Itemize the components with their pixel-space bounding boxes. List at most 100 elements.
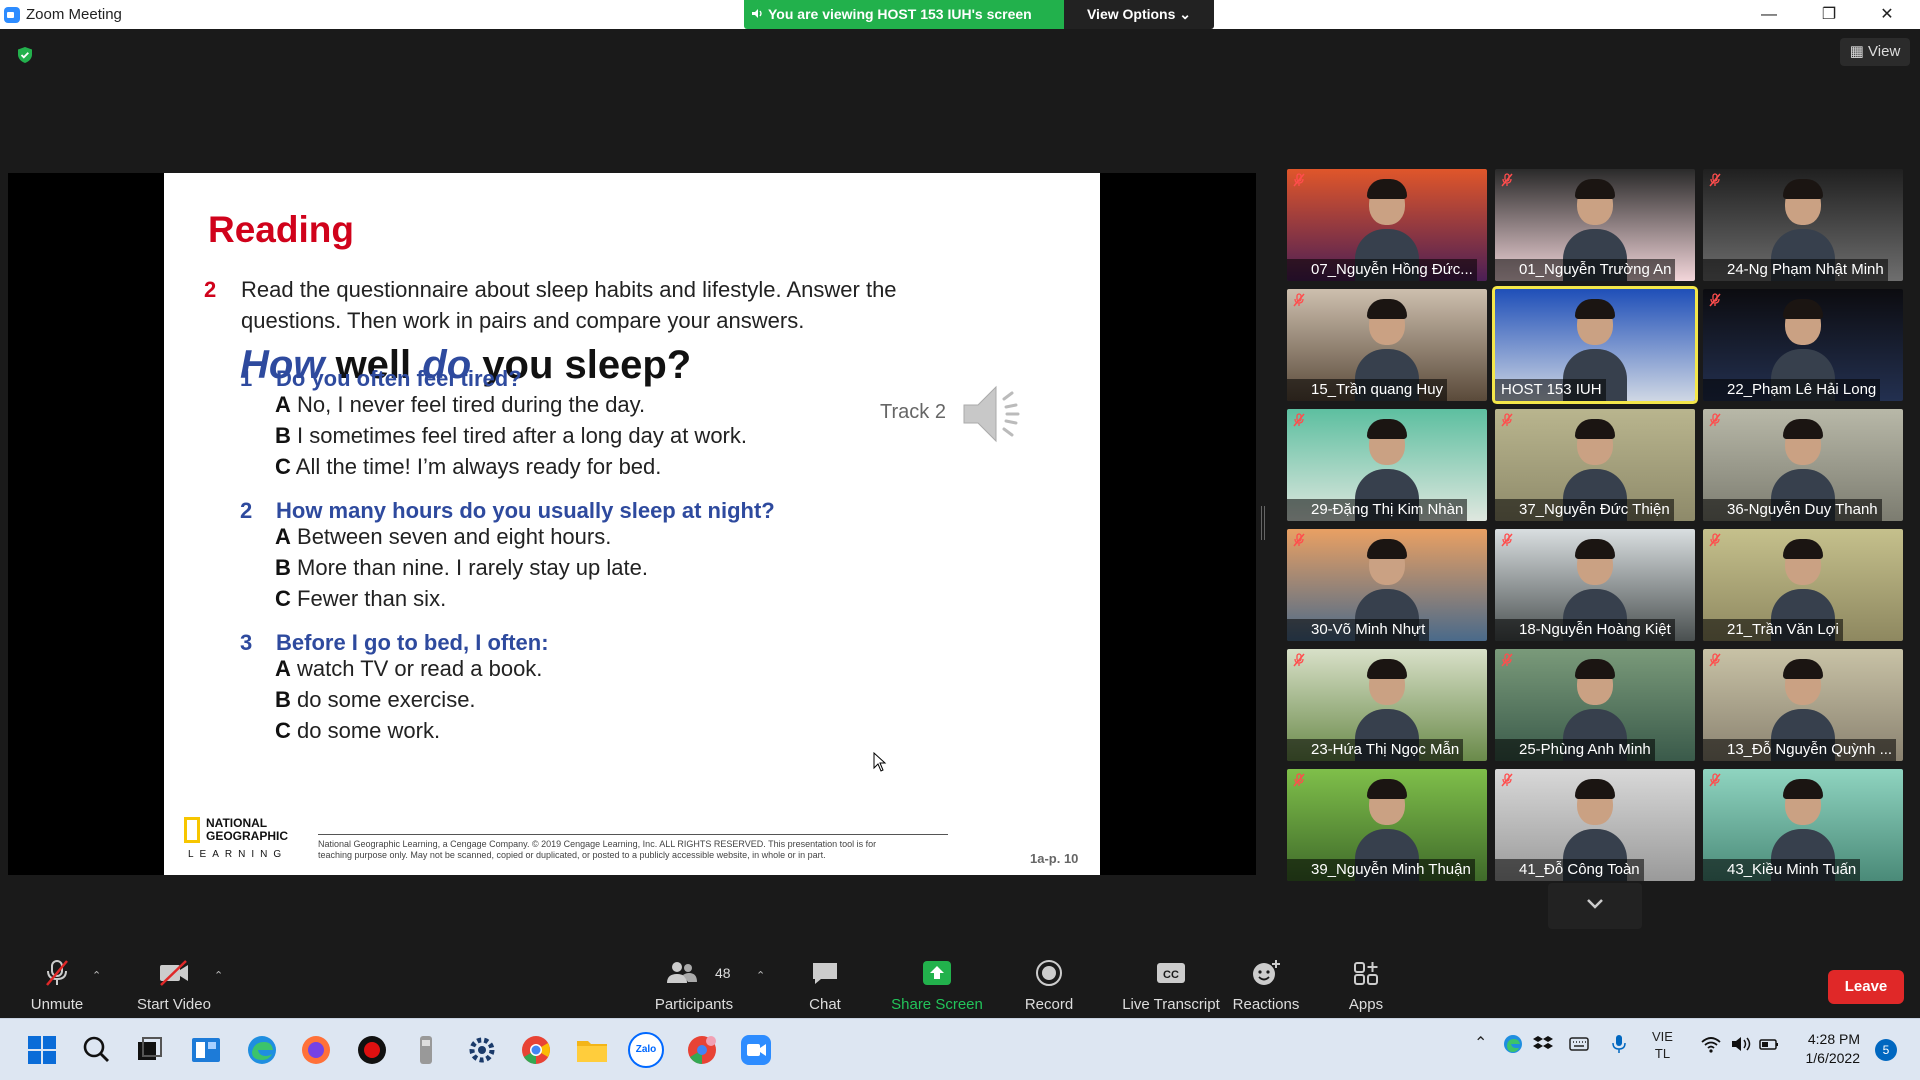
search-icon[interactable] [78, 1032, 114, 1068]
logo-text: NATIONAL GEOGRAPHIC [206, 817, 288, 843]
audio-options-caret-icon[interactable]: ⌃ [92, 969, 102, 982]
task-view-icon[interactable] [132, 1032, 168, 1068]
unmute-button[interactable]: Unmute [17, 945, 97, 1018]
chrome-icon[interactable] [518, 1032, 554, 1068]
participant-tile[interactable]: 22_Phạm Lê Hải Long [1703, 289, 1903, 401]
participant-tile[interactable]: 21_Trần Văn Lợi [1703, 529, 1903, 641]
close-button[interactable]: ✕ [1864, 2, 1910, 27]
muted-mic-icon [46, 960, 68, 986]
muted-mic-icon [1293, 533, 1305, 547]
participants-icon [667, 962, 698, 983]
taskbar-clock[interactable]: 4:28 PM 1/6/2022 [1770, 1030, 1861, 1068]
participant-name: 41_Đỗ Công Toàn [1495, 859, 1644, 881]
view-options-button[interactable]: View Options ⌄ [1064, 0, 1214, 29]
question-1: 1 Do you often feel tired? [240, 366, 522, 392]
live-transcript-button[interactable]: CC Live Transcript [1106, 945, 1236, 1018]
speaker-icon [752, 9, 762, 18]
input-language-indicator[interactable]: VIE TL [1652, 1028, 1673, 1062]
minimize-button[interactable]: — [1746, 2, 1792, 27]
mouse-cursor-icon [873, 752, 887, 772]
participants-button[interactable]: 48 Participants [652, 945, 736, 1018]
participant-tile[interactable]: 37_Nguyễn Đức Thiện [1495, 409, 1695, 521]
participant-tile[interactable]: HOST 153 IUH [1495, 289, 1695, 401]
zalo-icon[interactable]: Zalo [628, 1032, 664, 1068]
view-layout-button[interactable]: ▦ View [1840, 38, 1910, 66]
participants-caret-icon[interactable]: ⌃ [756, 969, 766, 982]
participant-tile[interactable]: 41_Đỗ Công Toàn [1495, 769, 1695, 881]
participant-tile[interactable]: 29-Đặng Thị Kim Nhàn [1287, 409, 1487, 521]
screen-recorder-icon[interactable] [354, 1032, 390, 1068]
keyboard-icon[interactable] [1568, 1033, 1590, 1055]
answer-text: All the time! I’m always ready for bed. [295, 454, 662, 479]
edge-tray-icon[interactable] [1502, 1033, 1524, 1055]
participant-tile[interactable]: 36-Nguyễn Duy Thanh [1703, 409, 1903, 521]
participant-tile[interactable]: 15_Trần quang Huy [1287, 289, 1487, 401]
audio-speaker-icon[interactable] [960, 381, 1030, 447]
title-bar: Zoom Meeting You are viewing HOST 153 IU… [0, 0, 1920, 29]
participant-tile[interactable]: 25-Phùng Anh Minh [1495, 649, 1695, 761]
muted-mic-icon [1293, 773, 1305, 787]
record-label: Record [1024, 996, 1074, 1013]
settings-gear-icon[interactable] [464, 1032, 500, 1068]
wifi-icon[interactable] [1700, 1033, 1722, 1055]
gallery-next-page-button[interactable] [1548, 883, 1642, 929]
windows-start-icon[interactable] [24, 1032, 60, 1068]
instruction-line: Read the questionnaire about sleep habit… [241, 277, 897, 302]
edge-browser-icon[interactable] [244, 1032, 280, 1068]
participant-name: 13_Đỗ Nguyễn Quỳnh ... [1703, 739, 1897, 761]
closed-caption-icon: CC [1157, 963, 1185, 983]
page-reference: 1a-p. 10 [1030, 851, 1079, 866]
question-text: Do you often feel tired? [276, 366, 522, 391]
copyright-line: teaching purpose only. May not be scanne… [318, 850, 826, 860]
start-video-button[interactable]: Start Video [128, 945, 220, 1018]
notification-badge[interactable]: 5 [1875, 1039, 1897, 1061]
muted-mic-icon [1293, 173, 1305, 187]
participant-tile[interactable]: 23-Hứa Thị Ngọc Mẫn [1287, 649, 1487, 761]
participant-name: 23-Hứa Thị Ngọc Mẫn [1287, 739, 1464, 761]
apps-button[interactable]: Apps [1336, 945, 1396, 1018]
chat-button[interactable]: Chat [795, 945, 855, 1018]
participant-name: HOST 153 IUH [1495, 379, 1606, 401]
answer-option: C Fewer than six. [275, 586, 446, 612]
usb-device-icon[interactable] [408, 1032, 444, 1068]
answer-letter: B [275, 687, 291, 712]
participant-tile[interactable]: 18-Nguyễn Hoàng Kiệt [1495, 529, 1695, 641]
panel-resize-handle[interactable] [1261, 506, 1265, 540]
dropbox-icon[interactable] [1532, 1033, 1554, 1055]
widgets-icon[interactable] [188, 1032, 224, 1068]
participant-tile[interactable]: 01_Nguyễn Trường An [1495, 169, 1695, 281]
question-text: How many hours do you usually sleep at n… [276, 498, 775, 523]
participant-tile[interactable]: 24-Ng Phạm Nhật Minh [1703, 169, 1903, 281]
participant-tile[interactable]: 07_Nguyễn Hồng Đức... [1287, 169, 1487, 281]
record-button[interactable]: Record [1018, 945, 1080, 1018]
firefox-icon[interactable] [298, 1032, 334, 1068]
svg-text:CC: CC [1163, 969, 1179, 981]
question-2: 2 How many hours do you usually sleep at… [240, 498, 775, 524]
muted-mic-icon [1293, 413, 1305, 427]
participant-tile[interactable]: 13_Đỗ Nguyễn Quỳnh ... [1703, 649, 1903, 761]
question-number: 1 [240, 366, 253, 391]
share-screen-button[interactable]: Share Screen [884, 945, 990, 1018]
muted-mic-icon [1709, 413, 1721, 427]
file-explorer-icon[interactable] [574, 1032, 610, 1068]
participant-name: 25-Phùng Anh Minh [1495, 739, 1655, 761]
participant-tile[interactable]: 39_Nguyễn Minh Thuận [1287, 769, 1487, 881]
microphone-tray-icon[interactable] [1608, 1033, 1630, 1055]
leave-button[interactable]: Leave [1828, 970, 1904, 1004]
restore-button[interactable]: ❐ [1806, 2, 1852, 27]
question-number: 3 [240, 630, 253, 655]
answer-letter: B [275, 555, 291, 580]
show-hidden-icons-chevron-icon[interactable]: ⌃ [1474, 1033, 1487, 1053]
volume-icon[interactable] [1730, 1033, 1752, 1055]
participant-tile[interactable]: 43_Kiều Minh Tuấn [1703, 769, 1903, 881]
encryption-shield-icon[interactable] [17, 47, 33, 63]
participant-tile[interactable]: 30-Võ Minh Nhựt [1287, 529, 1487, 641]
muted-mic-icon [1293, 293, 1305, 307]
reactions-button[interactable]: Reactions [1228, 945, 1304, 1018]
question-text: Before I go to bed, I often: [276, 630, 549, 655]
window-title: Zoom Meeting [26, 6, 122, 23]
unmute-label: Unmute [30, 996, 84, 1013]
zoom-taskbar-icon[interactable] [738, 1032, 774, 1068]
chrome-profile-icon[interactable] [684, 1032, 720, 1068]
video-options-caret-icon[interactable]: ⌃ [214, 969, 224, 982]
